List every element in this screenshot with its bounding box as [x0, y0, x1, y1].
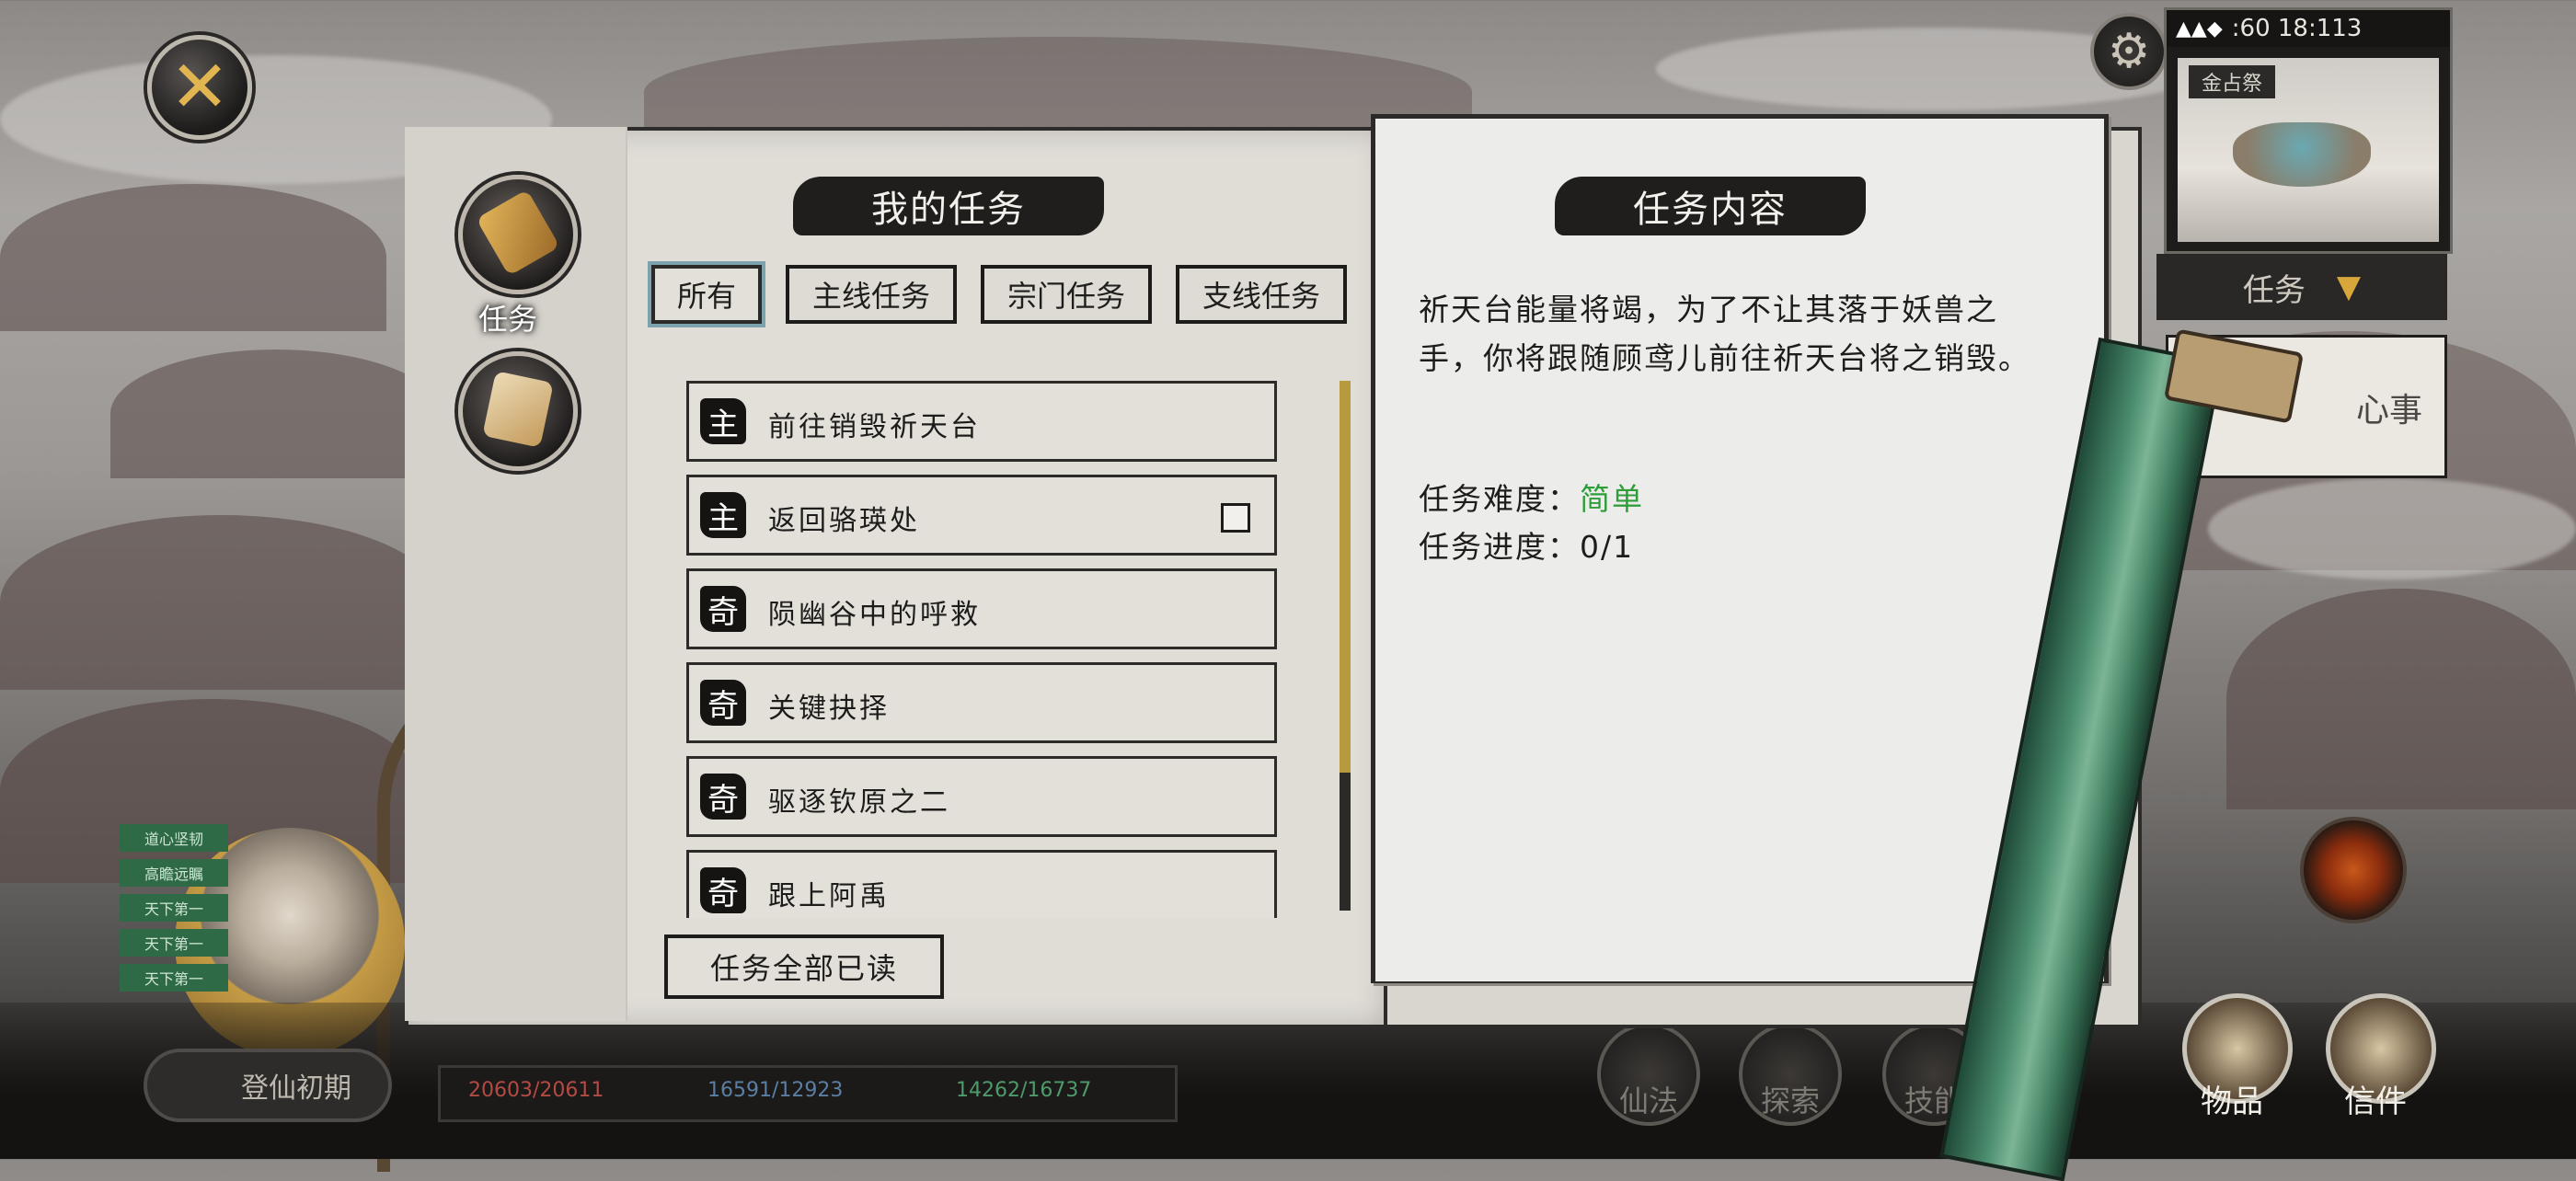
tag: 天下第一	[120, 894, 228, 922]
stat-bar: 20603/20611 16591/12923 14262/16737	[438, 1065, 1178, 1122]
quest-row[interactable]: 奇 陨幽谷中的呼救	[686, 568, 1277, 649]
boat-icon	[2233, 122, 2371, 187]
tag: 天下第一	[120, 964, 228, 992]
scroll-icon	[476, 189, 560, 277]
quest-title: 前往销毁祈天台	[768, 411, 981, 443]
quest-description: 祈天台能量将竭，为了不让其落于妖兽之手，你将跟随顾鸢儿前往祈天台将之销毁。	[1419, 292, 2030, 376]
quest-type-badge: 主	[700, 492, 746, 538]
filter-side-label: 支线任务	[1202, 279, 1320, 314]
quest-type-badge: 奇	[700, 680, 746, 726]
difficulty-label: 任务难度：	[1419, 481, 1580, 517]
progress-value: 0/1	[1580, 529, 1635, 565]
quest-panel-title-text: 我的任务	[871, 189, 1026, 231]
side-quest-text: 心事	[2355, 392, 2422, 430]
quest-type-badge: 奇	[700, 867, 746, 913]
filter-sect[interactable]: 宗门任务	[981, 265, 1152, 324]
quest-track-checkbox[interactable]	[1221, 503, 1250, 533]
close-button[interactable]: ✕	[147, 35, 252, 140]
quest-panel-title: 我的任务	[793, 177, 1104, 235]
detail-panel-title-text: 任务内容	[1633, 189, 1788, 231]
status-time: :60 18:113	[2231, 15, 2363, 42]
quest-title: 驱逐钦原之二	[768, 786, 950, 819]
tab-quests[interactable]	[458, 175, 578, 294]
quest-type-badge: 奇	[700, 586, 746, 632]
quest-row[interactable]: 奇 关键抉择	[686, 662, 1277, 743]
filter-all-label: 所有	[676, 279, 736, 314]
quest-dropdown[interactable]: 任务 ▼	[2156, 254, 2447, 320]
mp-value: 16591/12923	[707, 1079, 844, 1102]
spell-label: 仙法	[1619, 1084, 1679, 1118]
progress-label: 任务进度：	[1419, 529, 1580, 565]
quest-title: 关键抉择	[768, 693, 890, 725]
tag: 高瞻远瞩	[120, 859, 228, 887]
realm-button[interactable]: 登仙初期	[144, 1049, 392, 1122]
quest-row[interactable]: 主 前往销毁祈天台	[686, 381, 1277, 462]
filter-side[interactable]: 支线任务	[1176, 265, 1347, 324]
gear-icon: ⚙	[2107, 24, 2151, 79]
realm-label: 登仙初期	[241, 1072, 351, 1105]
filter-main-label: 主线任务	[811, 279, 930, 314]
player-tags: 道心坚韧 高瞻远瞩 天下第一 天下第一 天下第一	[120, 824, 228, 999]
quest-list[interactable]: 主 前往销毁祈天台 主 返回骆瑛处 奇 陨幽谷中的呼救 奇 关键抉择 奇 驱逐钦…	[686, 381, 1281, 918]
quest-row[interactable]: 奇 驱逐钦原之二	[686, 756, 1277, 837]
tab-quests-label: 任务	[478, 302, 538, 337]
items-label: 物品	[2201, 1084, 2263, 1120]
difficulty-value: 简单	[1580, 481, 1644, 517]
minimap[interactable]: ▲▲◆ :60 18:113 金占祭	[2164, 7, 2453, 254]
quest-title: 陨幽谷中的呼救	[768, 599, 981, 631]
filter-all[interactable]: 所有	[651, 265, 762, 324]
mark-all-read-label: 任务全部已读	[709, 951, 898, 986]
quest-row[interactable]: 奇 跟上阿禹	[686, 850, 1277, 918]
settings-button[interactable]: ⚙	[2090, 13, 2168, 90]
tag: 道心坚韧	[120, 824, 228, 852]
letter-icon	[482, 371, 554, 448]
exp-value: 14262/16737	[956, 1079, 1092, 1102]
minimap-label: 金占祭	[2189, 65, 2276, 98]
tab-letters[interactable]	[458, 351, 578, 471]
quest-type-badge: 主	[700, 398, 746, 444]
mark-all-read-button[interactable]: 任务全部已读	[664, 934, 944, 999]
filter-main[interactable]: 主线任务	[786, 265, 957, 324]
quest-title: 返回骆瑛处	[768, 505, 920, 537]
eye-icon[interactable]	[2300, 817, 2407, 923]
quest-difficulty: 任务难度：简单	[1419, 475, 1644, 519]
quest-type-badge: 奇	[700, 774, 746, 820]
filter-sect-label: 宗门任务	[1006, 279, 1125, 314]
quest-list-scrollbar[interactable]	[1340, 381, 1351, 911]
scrollbar-thumb[interactable]	[1340, 381, 1351, 774]
hp-value: 20603/20611	[468, 1079, 604, 1102]
close-icon: ✕	[169, 46, 230, 129]
detail-panel-title: 任务内容	[1555, 177, 1866, 235]
minimap-view: 金占祭	[2178, 58, 2439, 242]
chevron-down-icon: ▼	[2336, 269, 2362, 305]
quest-title: 跟上阿禹	[768, 880, 890, 912]
explore-label: 探索	[1761, 1084, 1821, 1118]
quest-row[interactable]: 主 返回骆瑛处	[686, 475, 1277, 556]
signal-icon: ▲▲◆	[2176, 17, 2223, 40]
status-bar: ▲▲◆ :60 18:113	[2167, 10, 2450, 47]
tag: 天下第一	[120, 929, 228, 957]
quest-dropdown-label: 任务	[2242, 271, 2306, 309]
quest-progress: 任务进度：0/1	[1419, 522, 1634, 567]
letters-label: 信件	[2344, 1084, 2407, 1120]
